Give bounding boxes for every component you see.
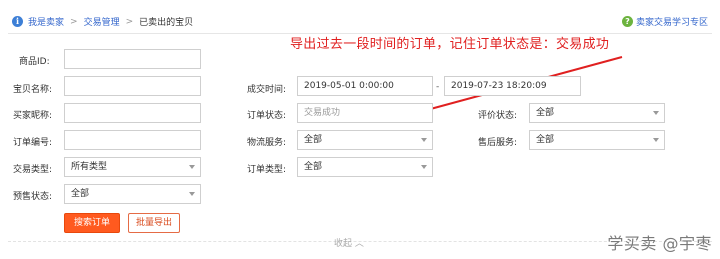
breadcrumb: i 我是卖家 > 交易管理 > 已卖出的宝贝: [12, 15, 193, 28]
help-label[interactable]: 卖家交易学习专区: [636, 15, 708, 28]
range-dash: -: [436, 82, 440, 92]
trade-type-label: 交易类型:: [13, 165, 53, 175]
order-no-label: 订单编号:: [13, 138, 53, 148]
chevron-down-icon: [653, 111, 659, 115]
order-status-select[interactable]: 交易成功: [297, 103, 433, 123]
logistics-label: 物流服务:: [247, 138, 287, 148]
deal-time-end-input[interactable]: 2019-07-23 18:20:09: [444, 76, 581, 96]
chevron-right-icon: >: [70, 16, 78, 27]
order-status-label: 订单状态:: [247, 111, 287, 121]
review-status-label: 评价状态:: [478, 111, 518, 121]
chevron-right-icon: >: [125, 16, 134, 27]
chevron-down-icon: [421, 165, 427, 169]
buyer-nick-label: 买家昵称:: [13, 111, 53, 121]
info-icon: i: [12, 16, 23, 27]
help-icon: ?: [621, 16, 633, 27]
item-name-input[interactable]: [64, 76, 201, 96]
after-sale-label: 售后服务:: [478, 138, 518, 148]
product-id-label: 商品ID:: [19, 57, 50, 67]
watermark: 学买卖 @宇枣: [607, 234, 712, 253]
order-status-value: 交易成功: [304, 108, 341, 118]
presale-status-select[interactable]: 全部: [64, 184, 201, 204]
deal-time-label: 成交时间:: [247, 85, 287, 95]
breadcrumb-item-seller[interactable]: 我是卖家: [28, 15, 64, 28]
review-status-select[interactable]: 全部: [529, 103, 665, 123]
item-name-label: 宝贝名称:: [13, 85, 53, 95]
deal-time-start-input[interactable]: 2019-05-01 0:00:00: [297, 76, 433, 96]
chevron-down-icon: [189, 192, 195, 196]
logistics-select[interactable]: 全部: [297, 130, 433, 150]
chevron-down-icon: [421, 138, 427, 142]
buyer-nick-input[interactable]: [64, 103, 201, 123]
presale-status-label: 预售状态:: [13, 192, 53, 202]
product-id-input[interactable]: [64, 49, 201, 69]
breadcrumb-bar: i 我是卖家 > 交易管理 > 已卖出的宝贝 ? 卖家交易学习专区: [8, 8, 712, 34]
chevron-down-icon: [189, 165, 195, 169]
order-no-input[interactable]: [64, 130, 201, 150]
help-link[interactable]: ? 卖家交易学习专区: [621, 15, 708, 28]
annotation-text: 导出过去一段时间的订单，记住订单状态是：交易成功: [290, 37, 610, 52]
chevron-down-icon: [653, 138, 659, 142]
order-type-label: 订单类型:: [247, 165, 287, 175]
breadcrumb-item-trade[interactable]: 交易管理: [84, 15, 120, 28]
review-status-value: 全部: [536, 108, 555, 118]
breadcrumb-item-current: 已卖出的宝贝: [139, 18, 194, 28]
trade-type-value: 所有类型: [71, 162, 108, 172]
order-type-select[interactable]: 全部: [297, 157, 433, 177]
after-sale-value: 全部: [536, 135, 555, 145]
batch-export-button[interactable]: 批量导出: [128, 213, 180, 233]
trade-type-select[interactable]: 所有类型: [64, 157, 201, 177]
collapse-toggle[interactable]: 收起 ︿: [334, 236, 364, 249]
logistics-value: 全部: [304, 135, 323, 145]
after-sale-select[interactable]: 全部: [529, 130, 665, 150]
order-type-value: 全部: [304, 162, 323, 172]
presale-status-value: 全部: [71, 189, 90, 199]
search-orders-button[interactable]: 搜索订单: [64, 213, 120, 233]
